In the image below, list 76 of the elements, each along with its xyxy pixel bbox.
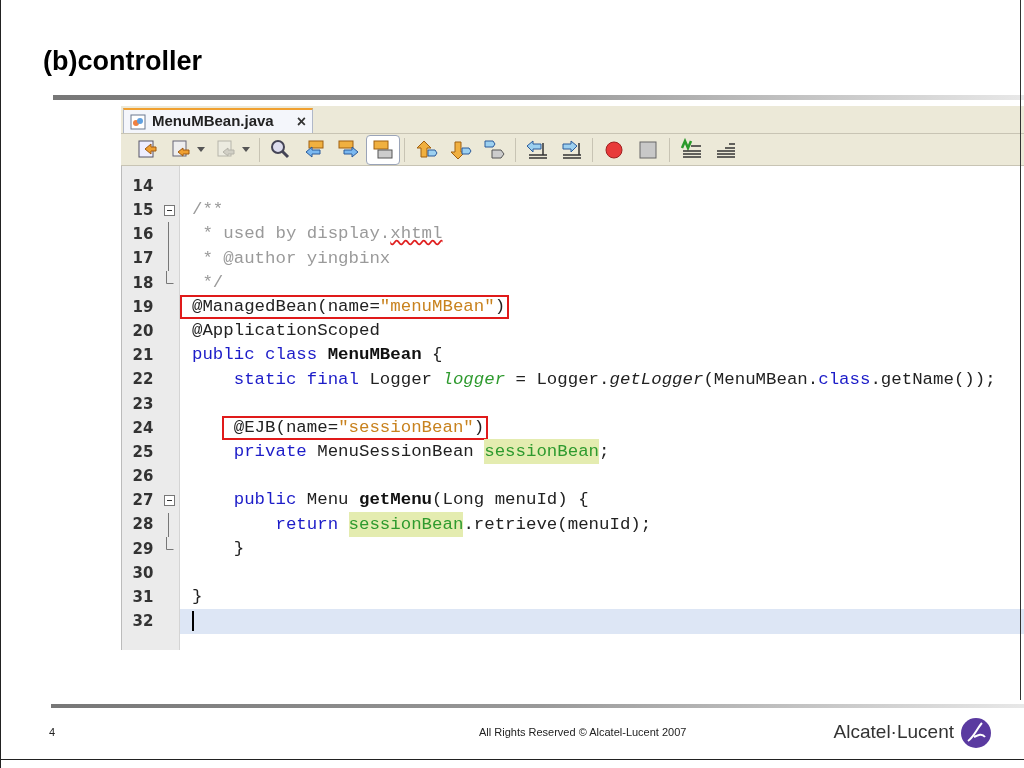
page-number: 4 <box>49 725 57 741</box>
code-token: public class <box>192 344 319 367</box>
code-token: static final <box>233 368 360 391</box>
code-token: getLogger <box>609 368 704 391</box>
line-number: 29 <box>131 538 155 560</box>
line-number: 17 <box>131 248 155 270</box>
code-token: * used by display. <box>202 223 391 246</box>
line-number: 31 <box>131 587 155 609</box>
code-token: ; <box>599 441 610 464</box>
line-number: 19 <box>131 296 155 318</box>
tab-label: MenuMBean.java <box>152 111 274 132</box>
caret-icon <box>197 147 205 152</box>
line-number: 25 <box>131 441 155 463</box>
code-token: { <box>431 344 443 367</box>
line-number: 14 <box>131 175 155 197</box>
code-token: Menu <box>306 489 350 512</box>
code-token: @ApplicationScoped <box>192 320 380 343</box>
code-token: /** <box>192 199 224 222</box>
code-token: class <box>818 368 871 391</box>
copyright-text: All Rights Reserved © Alcatel-Lucent 2007 <box>479 725 687 741</box>
java-file-icon <box>130 113 146 130</box>
code-token: "sessionBean" <box>338 416 474 439</box>
code-token: xhtml <box>390 223 443 246</box>
code-token: } <box>192 586 203 609</box>
line-number: 24 <box>131 417 155 439</box>
close-button[interactable]: × <box>296 113 306 130</box>
code-token: */ <box>202 271 224 294</box>
code-token: } <box>233 537 245 560</box>
code-token: MenuSessionBean <box>317 441 475 464</box>
code-token: public <box>233 489 298 512</box>
toolbar-icon <box>482 137 506 162</box>
code-token: private <box>233 441 308 464</box>
line-number: 23 <box>131 393 155 415</box>
caret-icon <box>242 147 250 152</box>
code-token: * @author yingbinx <box>202 247 391 270</box>
code-token: MenuMBean <box>327 344 422 367</box>
code-token: return <box>275 513 340 536</box>
toolbar-icon <box>371 137 395 162</box>
toolbar-icon <box>525 137 549 162</box>
code-token: @ManagedBean(name= <box>192 296 380 318</box>
code-token: getMenu <box>359 489 433 512</box>
text-cursor <box>192 611 194 632</box>
code-token: .getName()); <box>870 368 996 391</box>
code-token: sessionBean <box>348 511 464 538</box>
fold-end-icon <box>166 270 175 284</box>
line-number: 30 <box>131 562 155 584</box>
code-token: (MenuMBean. <box>703 368 819 391</box>
collapse-icon[interactable] <box>163 205 175 217</box>
file-tab[interactable]: MenuMBean.java × <box>123 108 313 133</box>
logo-icon <box>960 716 992 749</box>
line-number: 22 <box>131 369 155 391</box>
fold-end-icon <box>166 536 175 550</box>
slide-title: (b)controller <box>43 48 203 75</box>
code-token: (Long menuId) { <box>432 489 589 512</box>
line-number: 27 <box>131 490 155 512</box>
line-number: 32 <box>131 611 155 633</box>
line-number: 15 <box>131 200 155 222</box>
collapse-icon[interactable] <box>163 495 175 507</box>
code-token: logger <box>442 368 506 391</box>
line-number: 21 <box>131 345 155 367</box>
line-number: 16 <box>131 224 155 246</box>
code-token: sessionBean <box>484 439 600 466</box>
code-token: ) <box>494 296 506 318</box>
toolbar-icon <box>559 137 583 162</box>
code-token: Logger <box>369 368 434 391</box>
code-token: = Logger. <box>514 368 610 391</box>
code-token: "menuMBean" <box>379 296 495 318</box>
code-token: ) <box>473 416 485 439</box>
code-token: @EJB(name= <box>233 416 339 439</box>
logo-text: Alcatel·Lucent <box>833 720 954 745</box>
fold-line <box>168 512 170 537</box>
line-number: 28 <box>131 514 155 536</box>
line-number: 18 <box>131 272 155 294</box>
line-number: 20 <box>131 320 155 342</box>
code-token: .retrieve(menuId); <box>463 513 652 536</box>
line-number: 26 <box>131 466 155 488</box>
